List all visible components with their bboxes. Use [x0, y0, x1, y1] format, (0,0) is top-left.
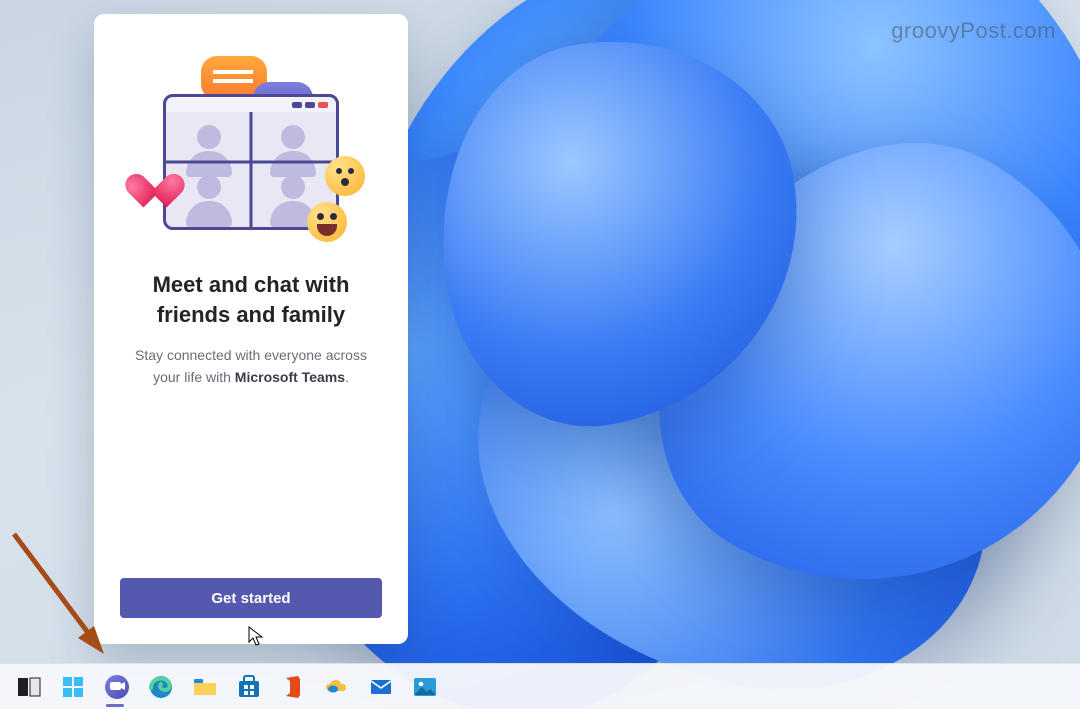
window-bar-icon [163, 94, 339, 112]
popup-heading: Meet and chat with friends and family [120, 270, 382, 329]
taskbar-store-icon[interactable] [234, 672, 264, 702]
taskbar-open-indicator [106, 704, 124, 707]
watermark-text: groovyPost.com [891, 18, 1056, 44]
taskbar-edge-icon[interactable] [146, 672, 176, 702]
get-started-button[interactable]: Get started [120, 578, 382, 618]
taskbar-office-icon[interactable] [278, 672, 308, 702]
teams-onboarding-popup: Meet and chat with friends and family St… [94, 14, 408, 644]
taskbar-chat-icon[interactable] [102, 672, 132, 702]
laughing-emoji-icon [307, 202, 347, 242]
taskbar-onedrive-icon[interactable] [322, 672, 352, 702]
taskbar-photos-icon[interactable] [410, 672, 440, 702]
taskbar-mail-icon[interactable] [366, 672, 396, 702]
surprised-emoji-icon [325, 156, 365, 196]
taskbar-start-icon[interactable] [58, 672, 88, 702]
taskbar [0, 663, 1080, 709]
heart-reaction-icon [135, 160, 175, 196]
mouse-cursor-icon [248, 626, 264, 648]
taskbar-task-view-icon[interactable] [14, 672, 44, 702]
taskbar-file-explorer-icon[interactable] [190, 672, 220, 702]
popup-subtext: Stay connected with everyone across your… [120, 345, 382, 388]
teams-illustration [141, 52, 361, 242]
